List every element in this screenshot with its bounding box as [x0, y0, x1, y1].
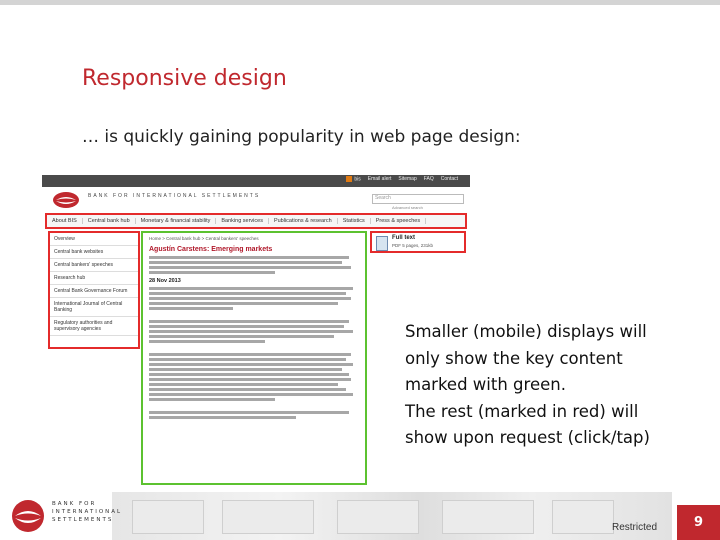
sidebar-item[interactable]: International Journal of Central Banking	[50, 298, 138, 317]
speech-date: 28 Nov 2013	[149, 278, 181, 284]
footer-photo	[337, 500, 419, 534]
footer-photo	[442, 500, 534, 534]
text-line	[149, 393, 353, 396]
footer-photo	[222, 500, 314, 534]
footer-photo	[552, 500, 614, 534]
website-org-name: BANK FOR INTERNATIONAL SETTLEMENTS	[88, 193, 261, 199]
advanced-search-link[interactable]: Advanced search	[392, 205, 423, 210]
text-line	[149, 271, 275, 274]
slide-title: Responsive design	[82, 66, 287, 91]
explanation-text: Smaller (mobile) displays will only show…	[405, 319, 705, 452]
website-sidebar: Overview Central bank websites Central b…	[48, 231, 140, 349]
text-line	[149, 358, 347, 361]
nav-item[interactable]: Banking services	[216, 218, 269, 224]
text-line	[149, 261, 343, 264]
rss-icon	[346, 176, 353, 182]
sidebar-item[interactable]: Regulatory authorities and supervisory a…	[50, 317, 138, 336]
explanation-line: marked with green.	[405, 375, 566, 394]
top-link[interactable]: FAQ	[424, 176, 434, 182]
text-line	[149, 416, 296, 419]
page-number: 9	[677, 505, 720, 540]
text-line	[149, 363, 353, 366]
website-search-input[interactable]: Search	[372, 194, 464, 204]
nav-item[interactable]: Central bank hub	[83, 218, 136, 224]
pdf-document-icon	[376, 236, 388, 251]
text-line	[149, 353, 351, 356]
text-line	[149, 266, 351, 269]
full-text-download[interactable]: Full text PDF 5 pages, 231kb	[370, 231, 466, 253]
website-main-content: Home > Central bank hub > Central banker…	[141, 231, 367, 485]
nav-item[interactable]: About BIS	[47, 218, 83, 224]
footer-photo-strip	[112, 492, 672, 540]
bis-logo-icon	[12, 500, 44, 532]
explanation-line: only show the key content	[405, 348, 623, 368]
text-line	[149, 302, 338, 305]
full-text-label: Full text	[392, 235, 416, 241]
explanation-line: show upon request (click/tap)	[405, 428, 650, 447]
speech-title: Agustín Carstens: Emerging markets	[149, 246, 273, 253]
footer-photo	[132, 500, 204, 534]
text-line	[149, 411, 349, 414]
text-line	[149, 307, 233, 310]
nav-item[interactable]: Publications & research	[269, 218, 338, 224]
text-line	[149, 335, 334, 338]
top-link[interactable]: Email alert	[368, 176, 392, 182]
text-line	[149, 287, 353, 290]
text-line	[149, 398, 275, 401]
website-nav-bar: About BIS Central bank hub Monetary & fi…	[45, 213, 467, 229]
sidebar-item[interactable]: Overview	[50, 233, 138, 246]
text-line	[149, 325, 345, 328]
top-border	[0, 0, 720, 5]
text-line	[149, 292, 347, 295]
explanation-line: Smaller (mobile) displays will	[405, 322, 647, 341]
text-line	[149, 378, 351, 381]
explanation-line: The rest (marked in red) will	[405, 401, 639, 421]
nav-item[interactable]: Statistics	[338, 218, 371, 224]
top-link[interactable]: bis	[346, 176, 361, 182]
breadcrumb[interactable]: Home > Central bank hub > Central banker…	[149, 236, 359, 241]
text-line	[149, 330, 353, 333]
sidebar-item[interactable]: Research hub	[50, 272, 138, 285]
sidebar-item[interactable]: Central bank websites	[50, 246, 138, 259]
footer-org-name: BANK FOR INTERNATIONAL SETTLEMENTS	[52, 501, 123, 523]
website-header: BANK FOR INTERNATIONAL SETTLEMENTS Searc…	[42, 187, 470, 213]
classification-label: Restricted	[612, 522, 658, 533]
website-top-links: bis Email alert Sitemap FAQ Contact	[346, 176, 458, 182]
top-link[interactable]: Contact	[441, 176, 458, 182]
website-top-bar: bis Email alert Sitemap FAQ Contact	[42, 175, 470, 187]
text-line	[149, 320, 349, 323]
full-text-size: PDF 5 pages, 231kb	[392, 243, 434, 248]
nav-item[interactable]: Press & speeches	[371, 218, 427, 224]
top-link[interactable]: Sitemap	[398, 176, 416, 182]
text-line	[149, 373, 349, 376]
text-line	[149, 256, 349, 259]
sidebar-item[interactable]: Central Bank Governance Forum	[50, 285, 138, 298]
slide-subtitle: … is quickly gaining popularity in web p…	[82, 127, 521, 147]
text-line	[149, 383, 338, 386]
text-line	[149, 340, 265, 343]
sidebar-item[interactable]: Central bankers' speeches	[50, 259, 138, 272]
text-line	[149, 388, 347, 391]
nav-item[interactable]: Monetary & financial stability	[136, 218, 217, 224]
bis-logo-icon	[53, 192, 79, 208]
text-line	[149, 297, 351, 300]
text-line	[149, 368, 343, 371]
